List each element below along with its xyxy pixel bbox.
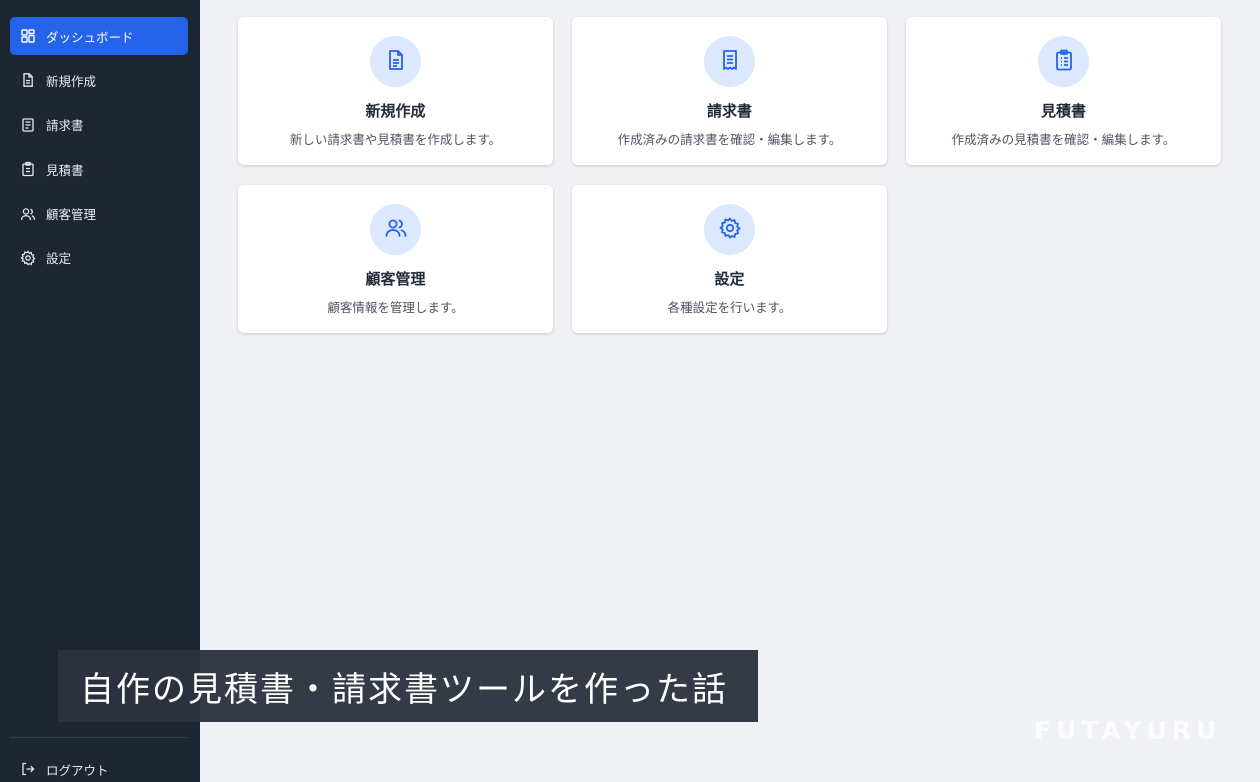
sidebar-item-label: 新規作成 (46, 73, 97, 89)
card-title: 顧客管理 (365, 270, 426, 288)
caption-banner: 自作の見積書・請求書ツールを作った話 (58, 650, 758, 722)
app-window: ダッシュボード 新規作成 請求書 見積書 顧客管理 設定 ログアウト 新規作成 … (0, 0, 1260, 782)
users-icon (384, 216, 408, 244)
sidebar-item-estimates[interactable]: 見積書 (10, 150, 188, 188)
sidebar-item-invoices[interactable]: 請求書 (10, 106, 188, 144)
gear-icon (20, 250, 36, 266)
sidebar-item-label: ダッシュボード (46, 29, 134, 45)
clipboard-icon (1052, 48, 1076, 76)
card-estimates[interactable]: 見積書 作成済みの見積書を確認・編集します。 (906, 17, 1221, 165)
dashboard-icon (20, 28, 36, 44)
sidebar-item-dashboard[interactable]: ダッシュボード (10, 17, 188, 55)
receipt-icon (718, 48, 742, 76)
sidebar-item-label: 設定 (46, 251, 72, 267)
card-customers[interactable]: 顧客管理 顧客情報を管理します。 (238, 185, 553, 333)
sidebar-divider (10, 737, 188, 738)
watermark: FUTAYURU (1034, 716, 1222, 745)
receipt-icon (20, 117, 36, 133)
card-description: 作成済みの見積書を確認・編集します。 (951, 132, 1176, 147)
logout-icon (20, 761, 36, 777)
sidebar-item-label: 顧客管理 (46, 207, 97, 223)
users-icon (20, 206, 36, 222)
card-invoices[interactable]: 請求書 作成済みの請求書を確認・編集します。 (572, 17, 887, 165)
card-description: 新しい請求書や見積書を作成します。 (289, 132, 502, 147)
sidebar-item-settings[interactable]: 設定 (10, 239, 188, 277)
card-icon-circle (1038, 36, 1089, 87)
card-icon-circle (370, 36, 421, 87)
sidebar-item-customers[interactable]: 顧客管理 (10, 195, 188, 233)
logout-label: ログアウト (46, 762, 109, 778)
card-description: 各種設定を行います。 (667, 300, 792, 315)
card-title: 設定 (714, 270, 745, 288)
gear-icon (718, 216, 742, 244)
card-icon-circle (370, 204, 421, 255)
document-icon (384, 48, 408, 76)
card-title: 見積書 (1040, 102, 1086, 120)
sidebar-item-new[interactable]: 新規作成 (10, 61, 188, 99)
card-icon-circle (704, 204, 755, 255)
document-icon (20, 72, 36, 88)
card-description: 作成済みの請求書を確認・編集します。 (617, 132, 842, 147)
card-icon-circle (704, 36, 755, 87)
card-settings[interactable]: 設定 各種設定を行います。 (572, 185, 887, 333)
sidebar-item-label: 見積書 (46, 162, 84, 178)
clipboard-icon (20, 161, 36, 177)
logout-button[interactable]: ログアウト (10, 756, 188, 782)
sidebar-nav: ダッシュボード 新規作成 請求書 見積書 顧客管理 設定 (10, 17, 188, 283)
sidebar-item-label: 請求書 (46, 118, 84, 134)
card-new[interactable]: 新規作成 新しい請求書や見積書を作成します。 (238, 17, 553, 165)
card-title: 新規作成 (365, 102, 426, 120)
card-title: 請求書 (706, 102, 752, 120)
card-description: 顧客情報を管理します。 (327, 300, 464, 315)
